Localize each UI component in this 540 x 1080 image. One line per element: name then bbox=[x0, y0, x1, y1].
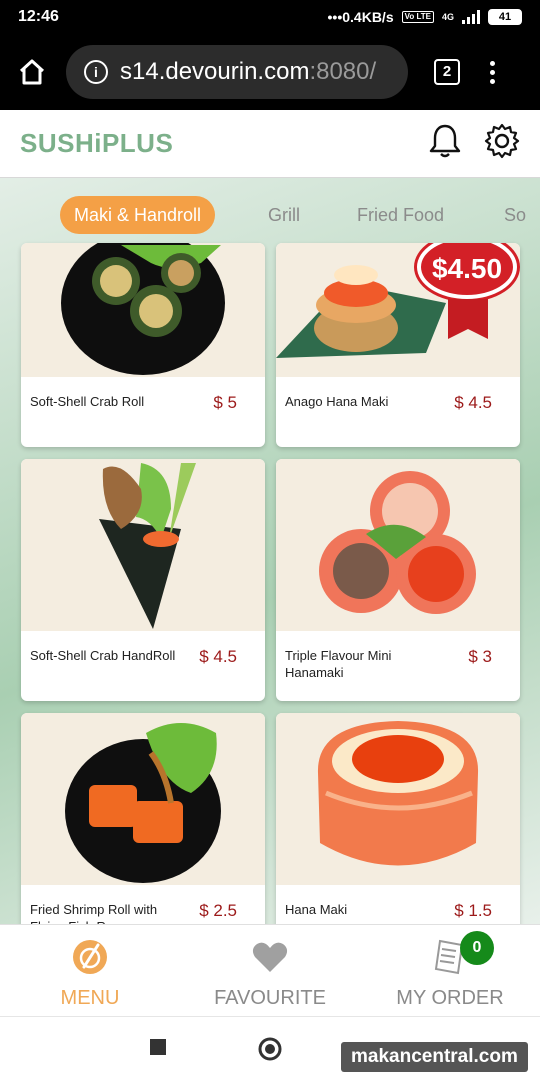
product-card[interactable]: Soft-Shell Crab HandRoll $ 4.5 bbox=[21, 459, 265, 701]
address-bar[interactable]: i s14.devourin.com :8080/ bbox=[66, 45, 408, 99]
bottom-navigation: MENU FAVOURITE 0 MY ORDER bbox=[0, 924, 540, 1016]
tab-grill[interactable]: Grill bbox=[268, 196, 300, 234]
status-indicators: •••0.4KB/s Vo LTE 4G 41 bbox=[328, 9, 522, 25]
product-card[interactable]: Hana Maki $ 1.5 bbox=[276, 713, 520, 924]
nav-menu-label: MENU bbox=[60, 987, 120, 1009]
home-button[interactable] bbox=[258, 1037, 282, 1066]
product-price: $ 3 bbox=[468, 647, 492, 666]
battery-icon: 41 bbox=[488, 9, 522, 25]
product-card[interactable]: Soft-Shell Crab Roll $ 5 bbox=[21, 243, 265, 447]
product-image bbox=[276, 713, 520, 885]
product-price: $ 4.5 bbox=[199, 647, 237, 666]
status-bar: 12:46 •••0.4KB/s Vo LTE 4G 41 bbox=[0, 0, 540, 34]
product-price: $ 5 bbox=[213, 393, 237, 412]
nav-menu[interactable]: MENU bbox=[0, 925, 180, 1017]
app-logo: SUSHiPLUS bbox=[20, 128, 174, 158]
status-time: 12:46 bbox=[18, 8, 59, 25]
product-price: $ 4.5 bbox=[454, 393, 492, 412]
nav-favourite-label: FAVOURITE bbox=[214, 987, 326, 1009]
tab-fried-food[interactable]: Fried Food bbox=[357, 196, 444, 234]
menu-content[interactable]: Maki & Handroll Grill Fried Food So Soft… bbox=[0, 178, 540, 924]
recents-button[interactable] bbox=[150, 1039, 166, 1060]
product-price: $ 2.5 bbox=[199, 901, 237, 920]
product-image bbox=[21, 713, 265, 885]
product-name: Soft-Shell Crab Roll bbox=[30, 394, 145, 409]
tab-switcher-button[interactable]: 2 bbox=[434, 59, 460, 85]
nav-my-order[interactable]: 0 MY ORDER bbox=[360, 925, 540, 1017]
nav-favourite[interactable]: FAVOURITE bbox=[180, 925, 360, 1017]
watermark: makancentral.com bbox=[341, 1042, 528, 1072]
product-image bbox=[21, 459, 265, 631]
product-image bbox=[21, 243, 265, 377]
order-count-badge: 0 bbox=[460, 931, 494, 965]
product-card[interactable]: $4.50 Anago Hana Maki $ 4.5 bbox=[276, 243, 520, 447]
tab-maki-handroll[interactable]: Maki & Handroll bbox=[60, 196, 216, 234]
more-menu-icon[interactable] bbox=[490, 60, 495, 84]
browser-toolbar: i s14.devourin.com :8080/ 2 bbox=[0, 34, 540, 110]
tab-so[interactable]: So bbox=[504, 196, 526, 234]
data-speed: •••0.4KB/s bbox=[327, 9, 394, 25]
product-name: Triple Flavour Mini Hanamaki bbox=[285, 648, 392, 680]
product-image: $4.50 bbox=[276, 243, 520, 377]
product-name: Soft-Shell Crab HandRoll bbox=[30, 648, 176, 663]
nav-my-order-label: MY ORDER bbox=[396, 987, 504, 1009]
product-name: Anago Hana Maki bbox=[285, 394, 389, 409]
product-name: Hana Maki bbox=[285, 902, 348, 917]
home-icon[interactable] bbox=[14, 54, 50, 90]
network-type: 4G bbox=[441, 12, 454, 22]
volte-icon: Vo LTE bbox=[401, 11, 434, 23]
product-card[interactable]: Triple Flavour Mini Hanamaki $ 3 bbox=[276, 459, 520, 701]
url-host: s14.devourin.com bbox=[120, 58, 310, 85]
info-icon[interactable]: i bbox=[84, 60, 108, 84]
heart-icon bbox=[250, 937, 290, 982]
product-card[interactable]: Fried Shrimp Roll with Flying Fish Roe $… bbox=[21, 713, 265, 924]
gear-icon[interactable] bbox=[484, 123, 520, 164]
app-header: SUSHiPLUS bbox=[0, 110, 540, 178]
signal-icon bbox=[462, 10, 480, 24]
product-image bbox=[276, 459, 520, 631]
category-tabs: Maki & Handroll Grill Fried Food So bbox=[0, 196, 540, 236]
product-price: $ 1.5 bbox=[454, 901, 492, 920]
url-port: :8080/ bbox=[309, 58, 377, 85]
menu-icon bbox=[70, 937, 110, 982]
bell-icon[interactable] bbox=[428, 123, 462, 164]
product-name: Fried Shrimp Roll with Flying Fish Roe bbox=[30, 902, 158, 924]
